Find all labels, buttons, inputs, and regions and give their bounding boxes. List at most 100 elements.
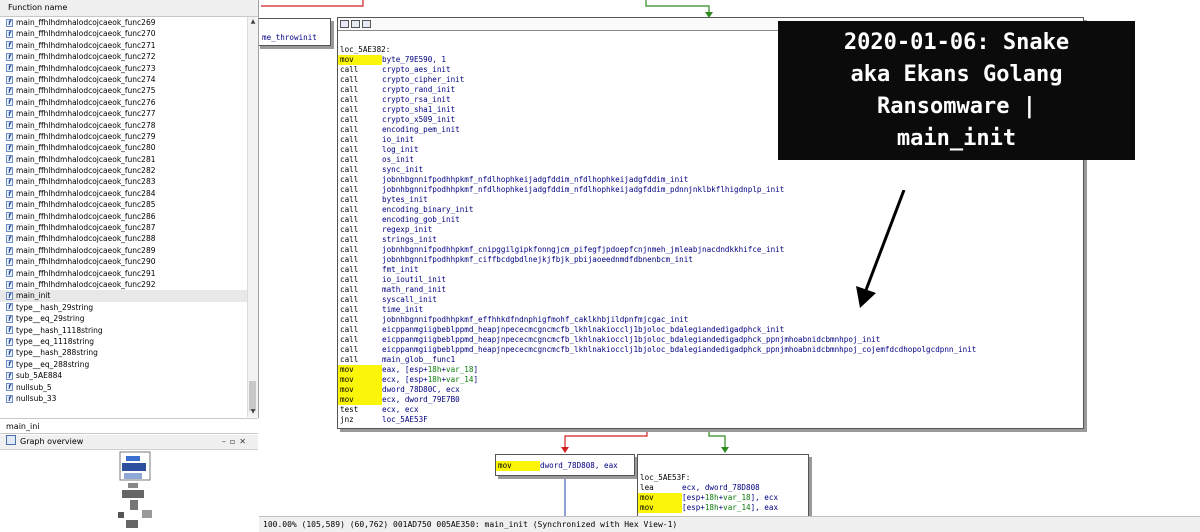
function-list-item[interactable]: f main_ffhlhdmhalodcojcaeok_func277 [0,108,247,119]
function-list-item[interactable]: f type__hash_1118string [0,325,247,336]
instruction-operand[interactable]: encoding_pem_init [382,125,460,135]
instruction-line[interactable]: call bytes_init [338,195,1083,205]
instruction-operand[interactable]: ecx, [esp+18h+var_14] [382,375,478,385]
close-icon[interactable]: ✕ [239,437,250,446]
function-list-item[interactable]: f main_ffhlhdmhalodcojcaeok_func283 [0,176,247,187]
float-icon[interactable]: ▫ [230,437,239,446]
instruction-operand[interactable]: crypto_rsa_init [382,95,451,105]
instruction-operand[interactable]: encoding_gob_init [382,215,460,225]
graph-node-right-branch[interactable]: loc_5AE53F: lea ecx, dword_78D808 mov [esp+… [637,454,809,516]
instruction-operand[interactable]: byte_79E590, 1 [382,55,446,65]
instruction-operand[interactable]: syscall_init [382,295,437,305]
function-list-item[interactable]: f main_ffhlhdmhalodcojcaeok_func273 [0,63,247,74]
instruction-operand[interactable]: regexp_init [382,225,432,235]
instruction-operand[interactable]: sync_init [382,165,423,175]
instruction-operand[interactable]: dword_78D80C, ecx [382,385,460,395]
instruction-line[interactable]: call encoding_gob_init [338,215,1083,225]
instruction-line[interactable]: mov [esp+18h+var_14], eax [638,503,808,513]
function-list-item[interactable]: f type__hash_29string [0,302,247,313]
instruction-line[interactable]: call regexp_init [338,225,1083,235]
instruction-operand[interactable]: eicppanmgiigbeblppmd_heapjnpececmcgncmcf… [382,335,880,345]
graph-overview-minimap[interactable] [0,450,258,532]
function-list-item[interactable]: f main_ffhlhdmhalodcojcaeok_func275 [0,85,247,96]
scroll-up-icon[interactable]: ▲ [249,18,257,26]
instruction-line[interactable]: call time_init [338,305,1083,315]
instruction-line[interactable]: mov ecx, dword_79E7B0 [338,395,1083,405]
instruction-operand[interactable]: time_init [382,305,423,315]
instruction-operand[interactable]: ecx, ecx [382,405,419,415]
instruction-operand[interactable]: fmt_init [382,265,419,275]
graph-node-left-branch[interactable]: mov dword_78D808, eax [495,454,635,476]
instruction-operand[interactable]: eax, [esp+18h+var_18] [382,365,478,375]
function-list-item[interactable]: f main_ffhlhdmhalodcojcaeok_func276 [0,97,247,108]
instruction-operand[interactable]: math_rand_init [382,285,446,295]
function-list-item[interactable]: f main_ffhlhdmhalodcojcaeok_func292 [0,279,247,290]
instruction-operand[interactable]: dword_78D808, eax [540,461,618,471]
instruction-line[interactable]: call strings_init [338,235,1083,245]
instruction-line[interactable]: call jobnhbgnnifpodhhpkmf_cnipggilgipkfon… [338,245,1083,255]
instruction-operand[interactable]: main_glob__func1 [382,355,455,365]
instruction-line[interactable]: call fmt_init [338,265,1083,275]
instruction-line[interactable]: call encoding_binary_init [338,205,1083,215]
function-list-item[interactable]: f type__eq_1118string [0,336,247,347]
instruction-line[interactable]: mov eax, [esp+18h+var_18] [338,365,1083,375]
instruction-line[interactable]: call jobnhbgnnifpodhhpkmf_nfdlhophkeijadg… [338,175,1083,185]
instruction-line[interactable]: call jobnhbgnnifpodhhpkmf_nfdlhophkeijadg… [338,185,1083,195]
function-list-item[interactable]: f main_ffhlhdmhalodcojcaeok_func280 [0,142,247,153]
function-list-item[interactable]: f sub_5AE884 [0,370,247,381]
instruction-line[interactable]: call jobnhbgnnifpodhhpkmf_ciffbcdgbdlnejk… [338,255,1083,265]
function-list-item[interactable]: f type__hash_288string [0,347,247,358]
instruction-line[interactable]: test ecx, ecx [338,405,1083,415]
instruction-line[interactable]: call syscall_init [338,295,1083,305]
instruction-line[interactable]: call sync_init [338,165,1083,175]
instruction-line[interactable]: mov ecx, [esp+18h+var_14] [338,375,1083,385]
instruction-line[interactable]: call main_glob__func1 [338,355,1083,365]
scrollbar-thumb[interactable] [249,381,256,411]
instruction-operand[interactable]: jobnhbgnnifpodhhpkmf_effhhkdfndnphigfmoh… [382,315,688,325]
function-list-item[interactable]: f main_ffhlhdmhalodcojcaeok_func291 [0,268,247,279]
functions-column-header[interactable]: Function name [0,0,258,17]
instruction-line[interactable]: call io_ioutil_init [338,275,1083,285]
instruction-operand[interactable]: crypto_aes_init [382,65,451,75]
scroll-down-icon[interactable]: ▼ [249,408,257,416]
instruction-operand[interactable]: jobnhbgnnifpodhhpkmf_nfdlhophkeijadgfddi… [382,185,784,195]
instruction-operand[interactable]: [esp+18h+var_14], eax [682,503,778,513]
function-list-item[interactable]: f main_ffhlhdmhalodcojcaeok_func270 [0,28,247,39]
function-list-item[interactable]: f main_ffhlhdmhalodcojcaeok_func274 [0,74,247,85]
instruction-line[interactable]: call eicppanmgiigbeblppmd_heapjnpececmcgn… [338,335,1083,345]
instruction-line[interactable]: mov [esp+18h+var_18], ecx [638,493,808,503]
function-list-item[interactable]: f type__eq_288string [0,359,247,370]
function-list-item[interactable]: f main_ffhlhdmhalodcojcaeok_func278 [0,120,247,131]
function-list-item[interactable]: f nullsub_33 [0,393,247,404]
instruction-line[interactable]: call math_rand_init [338,285,1083,295]
instruction-operand[interactable]: crypto_sha1_init [382,105,455,115]
instruction-operand[interactable]: [esp+18h+var_18], ecx [682,493,778,503]
instruction-operand[interactable]: ecx, dword_79E7B0 [382,395,460,405]
function-list-item[interactable]: f type__eq_29string [0,313,247,324]
instruction-operand[interactable]: jobnhbgnnifpodhhpkmf_nfdlhophkeijadgfddi… [382,175,688,185]
function-list-item[interactable]: f main_ffhlhdmhalodcojcaeok_func287 [0,222,247,233]
function-list-item[interactable]: f main_ffhlhdmhalodcojcaeok_func286 [0,211,247,222]
node-comment-icon[interactable] [362,20,371,28]
function-list-item[interactable]: f main_ffhlhdmhalodcojcaeok_func272 [0,51,247,62]
function-list-item[interactable]: f main_ffhlhdmhalodcojcaeok_func289 [0,245,247,256]
instruction-line[interactable]: lea ecx, dword_78D808 [638,483,808,493]
instruction-operand[interactable]: crypto_x509_init [382,115,455,125]
instruction-operand[interactable]: strings_init [382,235,437,245]
instruction-operand[interactable]: os_init [382,155,414,165]
function-list-item[interactable]: f main_ffhlhdmhalodcojcaeok_func285 [0,199,247,210]
function-list-item[interactable]: f main_ffhlhdmhalodcojcaeok_func290 [0,256,247,267]
function-list-item[interactable]: f main_ffhlhdmhalodcojcaeok_func269 [0,17,247,28]
instruction-operand[interactable]: ecx, dword_78D808 [682,483,760,493]
instruction-operand[interactable]: crypto_cipher_init [382,75,464,85]
instruction-operand[interactable]: io_init [382,135,414,145]
instruction-operand[interactable]: eicppanmgiigbeblppmd_heapjnpececmcgncmcf… [382,325,784,335]
node-color-icon[interactable] [340,20,349,28]
node-group-icon[interactable] [351,20,360,28]
instruction-operand[interactable]: log_init [382,145,419,155]
instruction-line[interactable]: jnz loc_5AE53F [338,415,1083,425]
function-list-item[interactable]: f nullsub_5 [0,382,247,393]
function-list-item[interactable]: f main_ffhlhdmhalodcojcaeok_func279 [0,131,247,142]
function-list-item[interactable]: f main_ffhlhdmhalodcojcaeok_func271 [0,40,247,51]
instruction-line[interactable]: call eicppanmgiigbeblppmd_heapjnpececmcgn… [338,325,1083,335]
